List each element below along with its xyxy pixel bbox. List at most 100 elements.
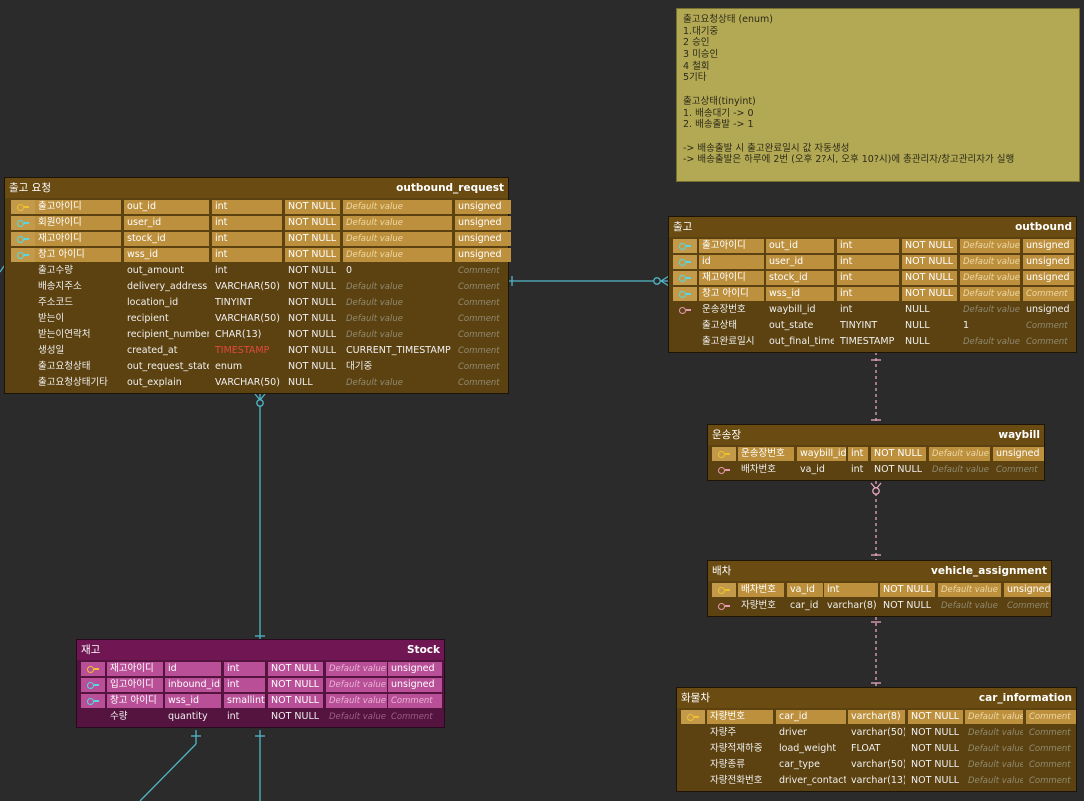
key-cell bbox=[81, 694, 105, 708]
table-row[interactable]: 배송지주소 delivery_address VARCHAR(50) NOT NULL… bbox=[7, 279, 506, 295]
table-row[interactable]: 운송장번호 waybill_id int NOT NULL Default value u… bbox=[710, 446, 1044, 462]
table-row[interactable]: 받는이연락처 recipient_number CHAR(13) NOT NULL De… bbox=[7, 327, 506, 343]
table-header[interactable]: 출고 요청 outbound_request bbox=[5, 178, 508, 198]
table-row[interactable]: 자량종류 car_type varchar(50) NOT NULL Default v… bbox=[679, 757, 1074, 773]
table-row[interactable]: 창고 아이디 wss_id int NOT NULL Default value Comm… bbox=[671, 286, 1074, 302]
table-header[interactable]: 재고 Stock bbox=[77, 640, 444, 660]
note-line: -> 배송출발 시 출고완료일시 값 자동생성 bbox=[683, 142, 850, 154]
table-row[interactable]: 출고요청상태 out_request_state enum NOT NULL 대기중 Co… bbox=[7, 359, 506, 375]
column-type: int bbox=[837, 255, 899, 269]
table-outbound-request[interactable]: 출고 요청 outbound_request 출고아이디 out_id int NOT N… bbox=[4, 177, 511, 394]
column-type: int bbox=[212, 248, 282, 262]
column-default: CURRENT_TIMESTAMP bbox=[346, 345, 451, 356]
column-nullable: NOT NULL bbox=[288, 361, 337, 372]
column-label: 출고요청상태기타 bbox=[38, 377, 108, 388]
column-type: int bbox=[224, 662, 265, 676]
key-cell bbox=[11, 328, 35, 342]
table-row[interactable]: 출고아이디 out_id int NOT NULL Default value unsig… bbox=[671, 238, 1074, 254]
table-waybill[interactable]: 운송장 waybill 운송장번호 waybill_id int NOT NULL Defa… bbox=[707, 424, 1045, 481]
column-label: 재고아이디 bbox=[107, 662, 163, 676]
column-nullable: NOT NULL bbox=[288, 281, 337, 292]
column-nullable: NOT NULL bbox=[908, 710, 963, 724]
note-line: -> 배송출발은 하루에 2번 (오후 2?시, 오후 10?시)에 총관리자/… bbox=[683, 154, 1015, 166]
table-row[interactable]: 창고 아이디 wss_id smallint NOT NULL Default valu… bbox=[79, 693, 442, 709]
column-nullable: NOT NULL bbox=[911, 727, 960, 738]
column-nullable: NOT NULL bbox=[902, 287, 957, 301]
table-row[interactable]: 받는이 recipient VARCHAR(50) NOT NULL Default v… bbox=[7, 311, 506, 327]
table-name: waybill bbox=[998, 429, 1040, 441]
column-extra: Comment bbox=[1026, 710, 1076, 724]
note-box[interactable]: 출고요청상태 (enum) 1.대기중 2 승인 3 미승인 4 철회 5기타 출고상태(t… bbox=[676, 8, 1080, 182]
column-type: smallint bbox=[224, 694, 265, 708]
column-type: VARCHAR(50) bbox=[215, 281, 280, 292]
table-row[interactable]: 생성일 created_at TIMESTAMP NOT NULL CURRENT_TI… bbox=[7, 343, 506, 359]
table-row[interactable]: 창고 아이디 wss_id int NOT NULL Default value unsi… bbox=[7, 247, 511, 263]
table-car-information[interactable]: 화물차 car_information 자량번호 car_id varchar(8) NO… bbox=[676, 687, 1077, 792]
column-name: inbound_id bbox=[165, 678, 221, 692]
column-name: delivery_address bbox=[127, 281, 208, 292]
column-nullable: NOT NULL bbox=[288, 297, 337, 308]
table-row[interactable]: 자량적재하중 load_weight FLOAT NOT NULL Default va… bbox=[679, 741, 1074, 757]
table-row[interactable]: 출고상태 out_state TINYINT NULL 1 Comment bbox=[671, 318, 1074, 334]
table-row[interactable]: 재고아이디 stock_id int NOT NULL Default value uns… bbox=[671, 270, 1074, 286]
table-row[interactable]: 운송장번호 waybill_id int NULL Default value unsig… bbox=[671, 302, 1074, 318]
table-row[interactable]: 출고완료일시 out_final_time TIMESTAMP NULL Default… bbox=[671, 334, 1074, 350]
column-label: 출고아이디 bbox=[35, 200, 121, 214]
column-label: 배송지주소 bbox=[38, 281, 82, 292]
column-nullable: NOT NULL bbox=[902, 271, 957, 285]
table-row[interactable]: 입고아이디 inbound_id int NOT NULL Default value u… bbox=[79, 677, 442, 693]
column-default: Default value bbox=[960, 255, 1020, 269]
table-outbound[interactable]: 출고 outbound 출고아이디 out_id int NOT NULL Default … bbox=[668, 216, 1077, 353]
table-row[interactable]: 수량 quantity int NOT NULL Default value Commen… bbox=[79, 709, 442, 725]
table-row[interactable]: id user_id int NOT NULL Default value unsigne… bbox=[671, 254, 1074, 270]
column-name: wss_id bbox=[124, 248, 209, 262]
column-label: 자량전화번호 bbox=[710, 775, 763, 786]
table-row[interactable]: 출고요청상태기타 out_explain VARCHAR(50) NULL Defaul… bbox=[7, 375, 506, 391]
table-stock[interactable]: 재고 Stock 재고아이디 id int NOT NULL Default value un… bbox=[76, 639, 445, 728]
table-name: vehicle_assignment bbox=[931, 565, 1047, 577]
column-nullable: NULL bbox=[905, 336, 930, 347]
table-row[interactable]: 출고아이디 out_id int NOT NULL Default value unsig… bbox=[7, 199, 511, 215]
key-cell bbox=[673, 271, 697, 285]
key-cell bbox=[673, 319, 697, 333]
key-cell bbox=[681, 726, 705, 740]
index-key-icon bbox=[718, 602, 730, 610]
table-header[interactable]: 출고 outbound bbox=[669, 217, 1076, 237]
table-row[interactable]: 자량번호 car_id varchar(8) NOT NULL Default valu… bbox=[679, 709, 1076, 725]
foreign-key-icon bbox=[679, 274, 691, 282]
foreign-key-icon bbox=[679, 290, 691, 298]
note-line: 5기타 bbox=[683, 72, 707, 84]
table-row[interactable]: 회원아이디 user_id int NOT NULL Default value unsi… bbox=[7, 215, 511, 231]
column-default: Default value bbox=[963, 305, 1020, 315]
column-type: VARCHAR(50) bbox=[215, 313, 280, 324]
table-row[interactable]: 주소코드 location_id TINYINT NOT NULL Default va… bbox=[7, 295, 506, 311]
column-label: 배차번호 bbox=[741, 464, 776, 475]
column-name: car_id bbox=[776, 710, 846, 724]
column-extra: unsigned bbox=[455, 248, 511, 262]
table-header[interactable]: 배차 vehicle_assignment bbox=[708, 561, 1051, 581]
key-cell bbox=[11, 344, 35, 358]
column-type: int bbox=[227, 711, 240, 722]
table-row[interactable]: 배차번호 va_id int NOT NULL Default value Comment bbox=[710, 462, 1042, 478]
table-row[interactable]: 재고아이디 id int NOT NULL Default value unsigned bbox=[79, 661, 442, 677]
column-default: Default value bbox=[968, 776, 1023, 786]
table-header[interactable]: 화물차 car_information bbox=[677, 688, 1076, 708]
column-label: 회원아이디 bbox=[35, 216, 121, 230]
column-extra: unsigned bbox=[993, 447, 1044, 461]
relation-outbound-waybill bbox=[871, 352, 881, 425]
table-row[interactable]: 출고수량 out_amount int NOT NULL 0 Comment bbox=[7, 263, 506, 279]
table-row[interactable]: 배차번호 va_id int NOT NULL Default value unsigne… bbox=[710, 582, 1051, 598]
primary-key-icon bbox=[687, 713, 699, 721]
table-row[interactable]: 자량전화번호 driver_contact varchar(13) NOT NULL D… bbox=[679, 773, 1074, 789]
key-cell bbox=[673, 239, 697, 253]
table-vehicle-assignment[interactable]: 배차 vehicle_assignment 배차번호 va_id int NOT NULL… bbox=[707, 560, 1052, 617]
column-extra: unsigned bbox=[388, 662, 442, 676]
column-name: stock_id bbox=[124, 232, 209, 246]
table-row[interactable]: 재고아이디 stock_id int NOT NULL Default value uns… bbox=[7, 231, 511, 247]
column-extra: Comment bbox=[1026, 337, 1068, 347]
table-header[interactable]: 운송장 waybill bbox=[708, 425, 1044, 445]
column-nullable: NOT NULL bbox=[902, 255, 957, 269]
table-row[interactable]: 자량번호 car_id varchar(8) NOT NULL Default valu… bbox=[710, 598, 1049, 614]
table-row[interactable]: 자량주 driver varchar(50) NOT NULL Default valu… bbox=[679, 725, 1074, 741]
column-nullable: NULL bbox=[905, 304, 930, 315]
